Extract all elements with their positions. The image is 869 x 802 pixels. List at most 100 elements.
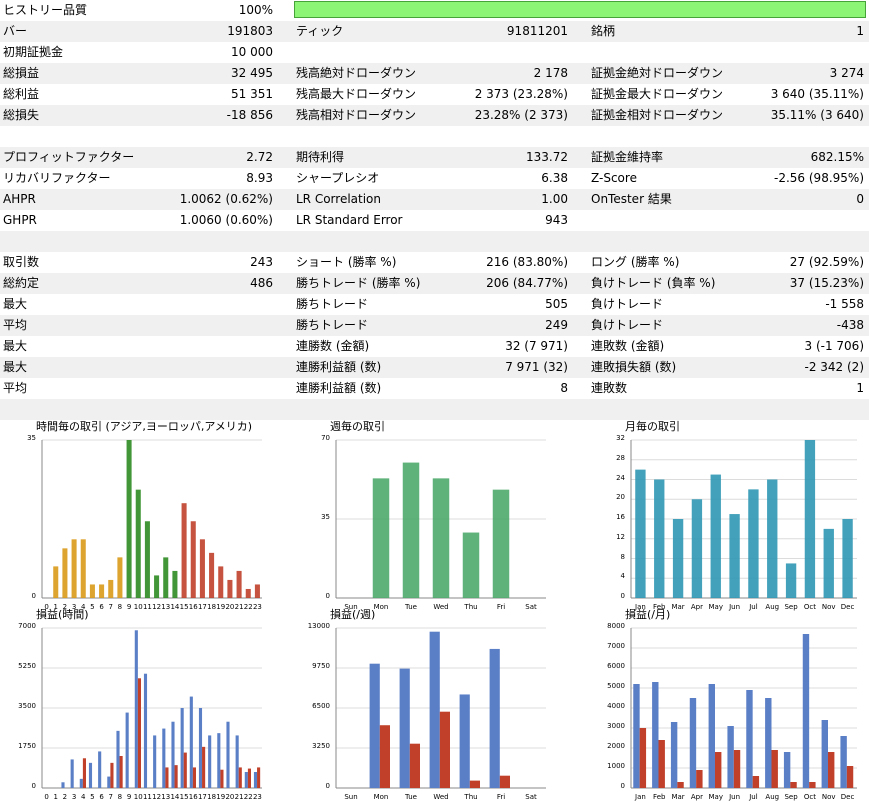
profit-bar [746,690,753,788]
y-tick-label: 5250 [18,662,36,670]
profit-bar [180,708,184,788]
stat-label: 勝ちトレード (勝率 %) [296,276,421,290]
loss-bar [174,765,178,788]
stat-value: 206 (84.77%) [486,276,568,290]
x-tick-label: Sep [784,793,798,801]
profit-bar [459,694,470,788]
y-tick-label: 0 [620,782,625,790]
y-tick-label: 24 [616,473,625,482]
stat-value: 3 (-1 706) [804,339,865,353]
bar [236,570,242,598]
x-tick-label: Nov [822,793,836,801]
loss-bar [499,775,510,788]
stat-label: 連勝数 (金額) [296,339,370,353]
monthly-trades-chart: 月毎の取引 Jan Feb Mar Apr May Jun Jul Aug Sep Oct Nov D… [625,418,861,612]
x-tick-label: 16 [189,793,198,801]
weekly-trades-chart: 週毎の取引 Sun Mon Tue Wed Thu Fri Sat [330,418,550,612]
profit-bar [107,776,111,788]
stat-label: 連敗数 (金額) [591,339,665,353]
stat-value: 1.0062 (0.62%) [179,192,273,206]
x-tick-label: 11 [143,793,152,801]
profit-bar [727,726,734,788]
stat-value: 3 274 [829,66,864,80]
y-tick-label: 0 [620,592,625,600]
stat-label: 負けトレード [591,318,664,332]
stat-value: 23.28% (2 373) [474,108,568,122]
y-tick-label: 28 [616,453,625,462]
stat-label: バー [3,24,28,38]
stat-value: 91811201 [506,24,568,38]
bar [432,478,450,598]
stat-value: 191803 [227,24,273,38]
profit-bar [765,698,772,788]
loss-bar [677,782,684,788]
stat-label: OnTester 結果 [591,192,672,206]
stats-row [0,231,869,252]
chart-title: 損益(/週) [330,608,376,621]
x-tick-label: 21 [235,793,244,801]
stat-value: 7 971 (32) [505,360,568,374]
bar [62,548,68,598]
bar [209,552,215,598]
stats-row: 平均 勝ちトレード 249 負けトレード -438 [0,315,869,336]
x-tick-label: 12 [152,793,161,801]
stat-label: 最大 [3,339,28,353]
stat-label: ロング (勝率 %) [591,255,680,269]
bar [80,539,86,598]
stats-row: AHPR 1.0062 (0.62%) LR Correlation 1.00 OnTe… [0,189,869,210]
bar [108,579,114,598]
x-tick-label: Jul [748,793,758,801]
x-tick-label: Mon [374,793,389,801]
stat-label: 証拠金最大ドローダウン [591,87,724,101]
x-tick-label: 1 [54,793,58,801]
bar [154,575,160,598]
loss-bar [439,711,450,788]
stats-row: リカバリファクター 8.93 シャープレシオ 6.38 Z-Score -2.56 (98… [0,168,869,189]
y-tick-label: 1750 [18,742,36,750]
stat-label: AHPR [3,192,36,206]
loss-bar [238,767,242,788]
x-tick-label: 14 [170,793,179,801]
stat-label: 連勝利益額 (数) [296,360,382,374]
stat-value: 1 [856,24,864,38]
profit-bar [821,720,828,788]
profit-bar [652,682,659,788]
profit-bar [134,630,138,788]
stat-value: 3 640 (35.11%) [770,87,864,101]
stat-label: 期待利得 [296,150,345,164]
history-quality-value: 100% [238,3,273,17]
y-tick-label: 4 [620,572,625,581]
stat-label: 証拠金相対ドローダウン [591,108,724,122]
x-tick-label: 19 [216,793,225,801]
stat-value: 486 [250,276,273,290]
profit-bar [217,733,221,788]
bar [163,557,169,598]
stat-value: 35.11% (3 640) [770,108,864,122]
profit-bar [98,751,102,788]
x-tick-label: Dec [841,793,855,801]
profit-bar [162,728,166,788]
stat-label: 負けトレード (負率 %) [591,276,716,290]
x-tick-label: 9 [127,793,131,801]
stat-label: 勝ちトレード [296,297,369,311]
profit-bar [61,782,65,788]
x-tick-label: 10 [134,793,143,801]
stat-label: 勝ちトレード [296,318,369,332]
stats-row: 取引数 243 ショート (勝率 %) 216 (83.80%) ロング (勝率 %) 2… [0,252,869,273]
x-tick-label: Jan [634,793,646,801]
stat-label: GHPR [3,213,37,227]
bar [199,539,205,598]
stat-label: 総約定 [3,276,40,290]
y-tick-label: 3000 [607,722,625,730]
stat-value: -1 558 [825,297,864,311]
x-tick-label: Feb [653,793,666,801]
x-tick-label: May [709,793,723,801]
bar [672,519,684,598]
x-tick-label: 7 [109,793,113,801]
profit-bar [783,752,791,788]
x-tick-label: Sat [525,793,537,801]
history-quality-bar [294,1,866,18]
x-tick-label: 6 [99,793,104,801]
profit-bar [689,698,697,788]
bar [254,584,260,598]
